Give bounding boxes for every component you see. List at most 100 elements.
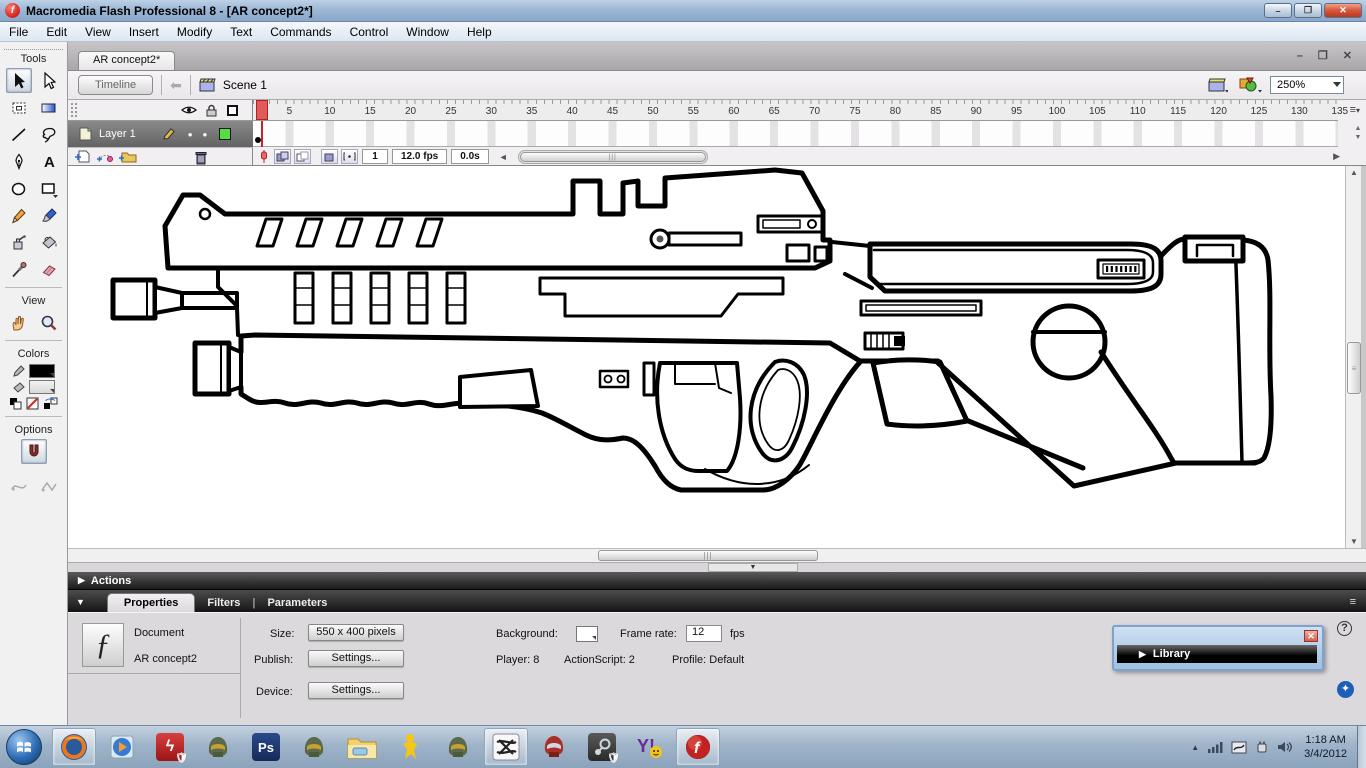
tab-filters[interactable]: Filters xyxy=(195,594,252,612)
timeline-scrollbar-thumb[interactable]: ||| xyxy=(520,152,706,162)
menu-control[interactable]: Control xyxy=(341,23,398,41)
panel-grip[interactable] xyxy=(4,42,63,50)
brush-tool-icon[interactable] xyxy=(36,203,62,228)
publish-settings-button[interactable]: Settings... xyxy=(308,650,404,667)
ink-bottle-tool-icon[interactable] xyxy=(6,230,32,255)
eraser-tool-icon[interactable] xyxy=(36,257,62,282)
show-hide-eye-icon[interactable] xyxy=(181,104,197,116)
canvas-vscrollbar-thumb[interactable]: ≡ xyxy=(1347,342,1361,394)
menu-edit[interactable]: Edit xyxy=(37,23,76,41)
menu-modify[interactable]: Modify xyxy=(168,23,221,41)
pencil-tool-icon[interactable] xyxy=(6,203,32,228)
default-colors-icon[interactable] xyxy=(9,397,22,410)
menu-text[interactable]: Text xyxy=(221,23,261,41)
actions-panel-bar[interactable]: ▶ Actions xyxy=(68,572,1366,590)
taskbar-flash-icon[interactable]: ϟ🛡 xyxy=(148,728,192,766)
edit-symbols-icon[interactable] xyxy=(1238,76,1262,94)
document-window-controls[interactable]: – ❐ ✕ xyxy=(1297,49,1358,62)
menu-view[interactable]: View xyxy=(76,23,120,41)
timeline-scrollbar[interactable]: ||| xyxy=(518,150,708,164)
tab-properties[interactable]: Properties xyxy=(107,593,195,612)
subselection-tool-icon[interactable] xyxy=(36,68,62,93)
scroll-up-arrow[interactable]: ▲ xyxy=(1348,168,1360,177)
edit-scene-icon[interactable] xyxy=(1208,77,1228,93)
tray-power-icon[interactable] xyxy=(1255,740,1269,754)
minimize-button[interactable]: – xyxy=(1264,3,1292,18)
smooth-option-icon[interactable] xyxy=(6,474,32,499)
oval-tool-icon[interactable] xyxy=(6,176,32,201)
scroll-down-arrow[interactable]: ▼ xyxy=(1348,537,1360,546)
scene-name[interactable]: Scene 1 xyxy=(223,78,267,92)
zoom-level-select[interactable]: 250% xyxy=(1270,76,1344,94)
timeline-vscroll-arrows[interactable]: ▲▼ xyxy=(1352,124,1364,146)
help-icon[interactable]: ? xyxy=(1337,621,1352,636)
document-tab[interactable]: AR concept2* xyxy=(78,51,175,70)
zoom-tool-icon[interactable] xyxy=(36,310,62,335)
taskbar-firefox-icon[interactable] xyxy=(52,728,96,766)
tray-display-icon[interactable] xyxy=(1231,741,1247,754)
paint-bucket-tool-icon[interactable] xyxy=(36,230,62,255)
library-expand-arrow[interactable]: ▶ xyxy=(1139,649,1146,660)
add-motion-guide-icon[interactable] xyxy=(96,150,114,164)
library-close-icon[interactable]: ✕ xyxy=(1304,630,1318,642)
collapse-arrow[interactable]: ▼ xyxy=(708,563,798,572)
panel-menu-icon[interactable]: ≡ xyxy=(1350,596,1356,608)
restore-button[interactable]: ❐ xyxy=(1294,3,1322,18)
timeline-scroll-right-arrow[interactable]: ▶ xyxy=(1333,151,1340,162)
text-tool-icon[interactable]: A xyxy=(36,149,62,174)
timeline-grip[interactable] xyxy=(71,103,77,117)
menu-commands[interactable]: Commands xyxy=(261,23,340,41)
timeline-scroll-left-arrow[interactable]: ◄ xyxy=(499,152,508,162)
taskbar-media-player-icon[interactable] xyxy=(100,728,144,766)
framerate-input[interactable]: 12 xyxy=(686,625,722,642)
menu-file[interactable]: File xyxy=(0,23,37,41)
no-color-icon[interactable] xyxy=(26,397,39,410)
zoom-dropdown-arrow[interactable] xyxy=(1333,82,1341,87)
timeline-ruler[interactable]: 5101520253035404550556065707580859095100… xyxy=(253,100,1338,121)
lock-icon[interactable] xyxy=(205,104,218,117)
taskbar-halo-helmet-red-icon[interactable] xyxy=(532,728,576,766)
menu-insert[interactable]: Insert xyxy=(120,23,168,41)
menu-window[interactable]: Window xyxy=(397,23,458,41)
layer-row[interactable]: Layer 1 ● ● xyxy=(68,121,253,147)
taskbar-xfire-icon[interactable] xyxy=(484,728,528,766)
accessibility-icon[interactable]: ✦ xyxy=(1337,681,1354,698)
insert-folder-icon[interactable] xyxy=(118,150,138,164)
line-tool-icon[interactable] xyxy=(6,122,32,147)
taskbar-steam-icon[interactable]: 🛡 xyxy=(580,728,624,766)
fill-color-swatch[interactable] xyxy=(29,380,55,394)
library-title-bar[interactable]: ▶ Library xyxy=(1117,645,1317,663)
background-color-swatch[interactable] xyxy=(576,626,598,642)
edit-multiple-frames-icon[interactable] xyxy=(321,149,338,164)
layer-name[interactable]: Layer 1 xyxy=(99,128,136,140)
canvas-hscrollbar[interactable]: ||| xyxy=(68,548,1366,562)
tray-network-icon[interactable] xyxy=(1207,740,1223,754)
taskbar-aim-icon[interactable] xyxy=(388,728,432,766)
delete-layer-trash-icon[interactable] xyxy=(194,150,208,165)
canvas-hscrollbar-thumb[interactable]: ||| xyxy=(598,550,818,561)
modify-onion-markers-icon[interactable] xyxy=(341,149,358,164)
taskbar-flash-player-icon[interactable]: f xyxy=(676,728,720,766)
onion-skin-icon[interactable] xyxy=(274,149,291,164)
tray-clock[interactable]: 1:18 AM 3/4/2012 xyxy=(1304,733,1347,761)
tray-hidden-icons-arrow[interactable]: ▲ xyxy=(1191,743,1199,752)
snap-to-objects-icon[interactable] xyxy=(21,439,47,464)
frame-rate-display[interactable]: 12.0 fps xyxy=(392,149,447,164)
stroke-color-swatch[interactable] xyxy=(29,364,55,378)
size-button[interactable]: 550 x 400 pixels xyxy=(308,624,404,641)
device-settings-button[interactable]: Settings... xyxy=(308,682,404,699)
pen-tool-icon[interactable] xyxy=(6,149,32,174)
layer-visible-dot[interactable]: ● xyxy=(188,130,193,139)
taskbar-halo-chief-3-icon[interactable] xyxy=(436,728,480,766)
eyedropper-tool-icon[interactable] xyxy=(6,257,32,282)
swap-colors-icon[interactable] xyxy=(43,397,58,410)
playhead[interactable] xyxy=(256,100,268,120)
tray-volume-icon[interactable] xyxy=(1277,740,1292,754)
layer-lock-dot[interactable]: ● xyxy=(203,130,208,139)
close-button[interactable]: ✕ xyxy=(1324,3,1362,18)
taskbar-halo-chief-2-icon[interactable] xyxy=(292,728,336,766)
selection-tool-icon[interactable] xyxy=(6,68,32,93)
canvas-vscrollbar[interactable]: ▲ ≡ ▼ xyxy=(1345,166,1361,548)
expand-arrow-icon[interactable]: ▶ xyxy=(78,575,85,586)
taskbar-photoshop-icon[interactable]: Ps xyxy=(244,728,288,766)
